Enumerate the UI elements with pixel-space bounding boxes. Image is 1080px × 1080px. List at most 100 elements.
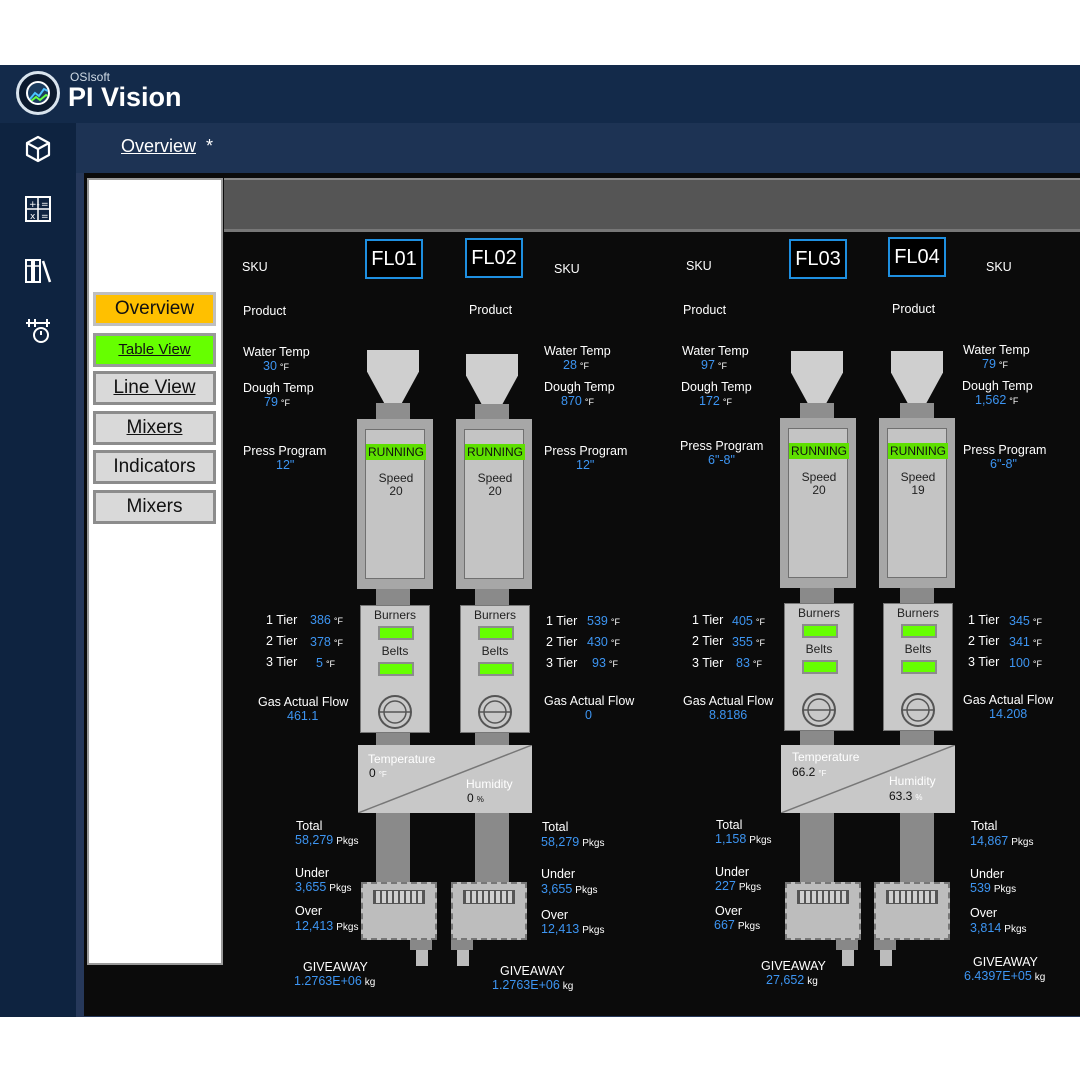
unit-label: kg	[364, 977, 376, 988]
line-view-button[interactable]: Line View	[93, 371, 216, 405]
tier3-value-fl01[interactable]: 5	[316, 656, 323, 670]
oven-fl04[interactable]: Burners Belts	[883, 603, 953, 731]
humidity-value: 0	[467, 791, 474, 805]
over-value-fl04[interactable]: 3,814	[970, 921, 1001, 935]
product-label-fl02: Product	[469, 303, 513, 317]
line-fl04-label[interactable]: FL04	[888, 237, 946, 277]
display-title-link[interactable]: Overview	[121, 136, 196, 157]
temperature-value: 66.2	[792, 765, 816, 779]
tier3-value-fl02[interactable]: 93	[592, 656, 606, 670]
gas-flow-value-fl03[interactable]: 8.8186	[709, 708, 747, 722]
gas-flow-value-fl02[interactable]: 0	[585, 708, 592, 722]
environment-panel-fl03-fl04[interactable]: Temperature 66.2 °F Humidity 63.3%	[781, 745, 955, 813]
unit-label: °F	[1032, 617, 1042, 627]
pi-vision-logo[interactable]	[16, 71, 60, 115]
tier2-label-fl04: 2 Tier	[968, 634, 1000, 648]
library-icon[interactable]	[22, 254, 54, 286]
under-value-fl02[interactable]: 3,655	[541, 882, 572, 896]
gas-flow-value-fl04[interactable]: 14.208	[989, 707, 1027, 721]
under-value-fl01[interactable]: 3,655	[295, 880, 326, 894]
event-frames-icon[interactable]	[22, 315, 54, 347]
press-program-value-fl04[interactable]: 6"-8"	[990, 457, 1017, 471]
water-temp-value-fl03[interactable]: 97	[701, 358, 715, 372]
press-fl02[interactable]: RUNNING Speed 20	[456, 419, 532, 589]
calculator-icon[interactable]: +- = x =	[22, 193, 54, 225]
tier3-value-fl04[interactable]: 100	[1009, 656, 1030, 670]
mixers-button[interactable]: Mixers	[93, 411, 216, 445]
press-program-value-fl02[interactable]: 12"	[576, 458, 594, 472]
press-fl04[interactable]: RUNNING Speed 19	[879, 418, 955, 588]
packer-fl03[interactable]	[785, 882, 861, 940]
tier1-value-fl04[interactable]: 345	[1009, 614, 1030, 628]
table-view-button[interactable]: Table View	[93, 333, 216, 367]
under-value-fl03[interactable]: 227	[715, 879, 736, 893]
dough-temp-value-fl02[interactable]: 870	[561, 394, 582, 408]
water-temp-value-fl04[interactable]: 79	[982, 357, 996, 371]
press-fl03[interactable]: RUNNING Speed 20	[780, 418, 856, 588]
running-status-fl01: RUNNING	[366, 444, 426, 460]
belts-label-fl02: Belts	[481, 644, 509, 658]
water-temp-value-fl01[interactable]: 30	[263, 359, 277, 373]
oven-fl03[interactable]: Burners Belts	[784, 603, 854, 731]
fan-dial-icon	[896, 692, 940, 728]
line-fl03-label[interactable]: FL03	[789, 239, 847, 279]
tier1-value-fl03[interactable]: 405	[732, 614, 753, 628]
packer-foot-fl02	[457, 950, 469, 966]
dough-temp-value-fl01[interactable]: 79	[264, 395, 278, 409]
press-program-value-fl03[interactable]: 6"-8"	[708, 453, 735, 467]
dough-temp-value-fl03[interactable]: 172	[699, 394, 720, 408]
gas-flow-label-fl04: Gas Actual Flow	[963, 693, 1054, 707]
over-value-fl02[interactable]: 12,413	[541, 922, 579, 936]
water-temp-value-fl02[interactable]: 28	[563, 358, 577, 372]
tier2-value-fl01[interactable]: 378	[310, 635, 331, 649]
under-label-fl01: Under	[295, 866, 330, 880]
line-fl02-label[interactable]: FL02	[465, 238, 523, 278]
sku-label-fl02: SKU	[554, 262, 580, 276]
unit-label: Pkgs	[582, 925, 605, 936]
overview-button[interactable]: Overview	[93, 292, 216, 326]
unit-label: °F	[608, 659, 619, 669]
line-fl01-label[interactable]: FL01	[365, 239, 423, 279]
giveaway-value-fl04[interactable]: 6.4397E+05	[964, 969, 1032, 983]
over-value-fl01[interactable]: 12,413	[295, 919, 333, 933]
unit-label: °F	[333, 638, 343, 648]
tier2-value-fl04[interactable]: 341	[1009, 635, 1030, 649]
tier2-label-fl03: 2 Tier	[692, 634, 724, 648]
belts-label-fl01: Belts	[381, 644, 409, 658]
total-value-fl03[interactable]: 1,158	[715, 832, 746, 846]
fan-dial-icon	[373, 694, 417, 730]
oven-fl01[interactable]: Burners Belts	[360, 605, 430, 733]
under-value-fl04[interactable]: 539	[970, 881, 991, 895]
giveaway-value-fl01[interactable]: 1.2763E+06	[294, 974, 362, 988]
tier3-value-fl03[interactable]: 83	[736, 656, 750, 670]
tier1-label-fl02: 1 Tier	[546, 614, 578, 628]
unit-label: Pkgs	[738, 882, 762, 893]
tier2-value-fl02[interactable]: 430	[587, 635, 608, 649]
indicators-button[interactable]: Indicators	[93, 450, 216, 484]
column-fl02-a	[475, 733, 509, 745]
hopper-neck-fl01	[376, 403, 410, 419]
unit-label: Pkgs	[336, 836, 359, 847]
giveaway-value-fl03[interactable]: 27,652	[766, 973, 804, 987]
environment-panel-fl01-fl02[interactable]: Temperature 0 °F Humidity 0%	[358, 745, 532, 813]
giveaway-value-fl02[interactable]: 1.2763E+06	[492, 978, 560, 992]
press-fl01[interactable]: RUNNING Speed 20	[357, 419, 433, 589]
total-value-fl01[interactable]: 58,279	[295, 833, 333, 847]
over-value-fl03[interactable]: 667	[714, 918, 735, 932]
unit-label: Pkgs	[737, 921, 761, 932]
unit-label: °F	[333, 616, 343, 626]
packer-fl01[interactable]	[361, 882, 437, 940]
mixers-button-2[interactable]: Mixers	[93, 490, 216, 524]
packer-fl02[interactable]	[451, 882, 527, 940]
tier1-value-fl01[interactable]: 386	[310, 613, 331, 627]
total-value-fl02[interactable]: 58,279	[541, 835, 579, 849]
tier2-value-fl03[interactable]: 355	[732, 635, 753, 649]
oven-fl02[interactable]: Burners Belts	[460, 605, 530, 733]
dough-temp-value-fl04[interactable]: 1,562	[975, 393, 1006, 407]
total-value-fl04[interactable]: 14,867	[970, 834, 1008, 848]
press-program-value-fl01[interactable]: 12"	[276, 458, 294, 472]
packer-fl04[interactable]	[874, 882, 950, 940]
cube-icon[interactable]	[22, 133, 54, 165]
tier1-value-fl02[interactable]: 539	[587, 614, 608, 628]
gas-flow-value-fl01[interactable]: 461.1	[287, 709, 318, 723]
